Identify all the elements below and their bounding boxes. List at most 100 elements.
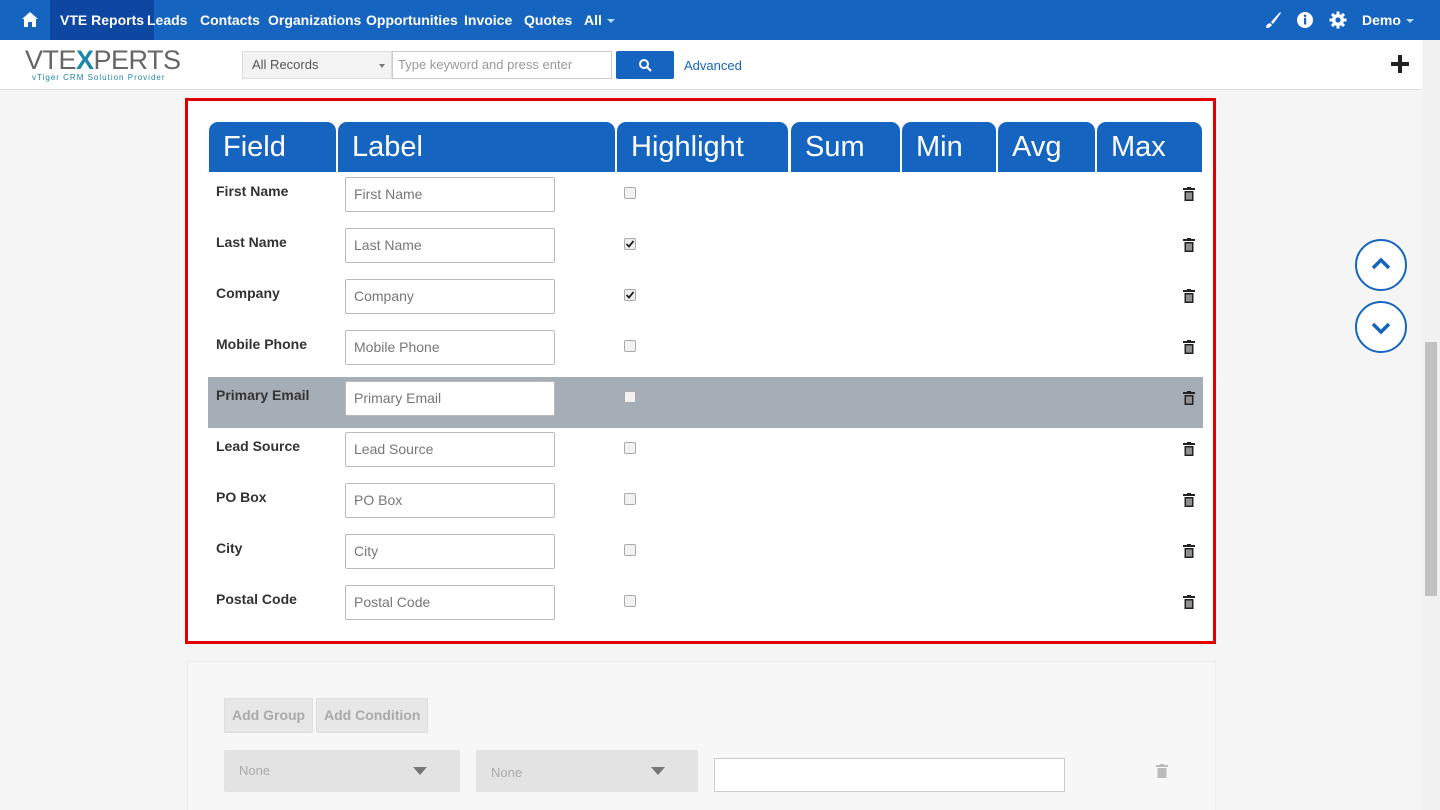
nav-opportunities[interactable]: Opportunities (366, 0, 458, 40)
table-row[interactable]: City City (208, 530, 1203, 581)
highlight-checkbox[interactable] (624, 442, 636, 454)
user-name: Demo (1362, 12, 1401, 28)
highlight-checkbox[interactable] (624, 340, 636, 352)
nav-organizations[interactable]: Organizations (268, 0, 361, 40)
field-name: Primary Email (216, 387, 310, 403)
trash-icon[interactable] (1183, 442, 1195, 456)
highlight-checkbox[interactable] (624, 391, 636, 403)
home-icon[interactable] (20, 10, 40, 30)
nav-leads[interactable]: Leads (147, 0, 187, 40)
dropdown-arrow-icon (651, 767, 665, 775)
trash-icon[interactable] (1183, 187, 1195, 201)
table-row[interactable]: Postal Code Postal Code (208, 581, 1203, 632)
highlight-checkbox[interactable] (624, 544, 636, 556)
plus-icon[interactable] (1389, 53, 1411, 75)
highlight-checkbox[interactable] (624, 238, 636, 250)
dropdown-arrow-icon (413, 767, 427, 775)
page-scrollbar[interactable] (1422, 40, 1440, 810)
trash-icon[interactable] (1183, 340, 1195, 354)
search-icon (639, 59, 652, 72)
chevron-down-icon (1405, 19, 1414, 24)
table-row[interactable]: First Name First Name (208, 173, 1203, 224)
add-group-button[interactable]: Add Group (224, 698, 314, 733)
column-header-max: Max (1097, 122, 1202, 172)
trash-icon[interactable] (1183, 391, 1195, 405)
nav-all[interactable]: All (584, 0, 615, 40)
label-input[interactable]: Mobile Phone (345, 330, 555, 365)
table-row[interactable]: Last Name Last Name (208, 224, 1203, 275)
condition-field-value: None (239, 763, 271, 778)
trash-icon[interactable] (1156, 764, 1168, 778)
logo[interactable]: VTEXPERTS vTiger CRM Solution Provider (25, 47, 185, 87)
label-input[interactable]: Lead Source (345, 432, 555, 467)
field-name: Company (216, 285, 280, 301)
nav-all-label: All (584, 12, 602, 28)
condition-operator-select[interactable]: None (476, 750, 698, 792)
trash-icon[interactable] (1183, 544, 1195, 558)
label-input[interactable]: PO Box (345, 483, 555, 518)
table-row[interactable]: Company Company (208, 275, 1203, 326)
field-name: Last Name (216, 234, 287, 250)
condition-operator-value: None (491, 765, 523, 780)
condition-field-select[interactable]: None (224, 750, 460, 792)
label-input[interactable]: Company (345, 279, 555, 314)
field-name: PO Box (216, 489, 267, 505)
column-header-highlight: Highlight (617, 122, 788, 172)
nav-contacts[interactable]: Contacts (200, 0, 260, 40)
field-name: Lead Source (216, 438, 301, 454)
checkmark-icon (625, 291, 635, 299)
trash-icon[interactable] (1183, 493, 1195, 507)
search-button[interactable] (616, 51, 674, 79)
label-input[interactable]: City (345, 534, 555, 569)
highlight-checkbox[interactable] (624, 289, 636, 301)
field-name: First Name (216, 183, 289, 199)
table-row[interactable]: PO Box PO Box (208, 479, 1203, 530)
user-menu[interactable]: Demo (1362, 0, 1414, 40)
table-row[interactable]: Lead Source Lead Source (208, 428, 1203, 479)
gear-icon[interactable] (1328, 10, 1348, 30)
dropdown-arrow-icon (379, 64, 385, 68)
chevron-down-icon (1371, 322, 1391, 335)
nav-vte-reports[interactable]: VTE Reports (50, 0, 155, 40)
logo-tagline: vTiger CRM Solution Provider (32, 73, 166, 82)
trash-icon[interactable] (1183, 238, 1195, 252)
logo-text-main: VTE (25, 45, 77, 75)
logo-text-x: X (76, 45, 94, 75)
highlight-checkbox[interactable] (624, 187, 636, 199)
scrollbar-thumb[interactable] (1425, 342, 1437, 596)
nav-invoice[interactable]: Invoice (464, 0, 512, 40)
trash-icon[interactable] (1183, 595, 1195, 609)
highlight-checkbox[interactable] (624, 493, 636, 505)
label-input[interactable]: Last Name (345, 228, 555, 263)
search-input[interactable]: Type keyword and press enter (392, 51, 612, 79)
column-header-field: Field (209, 122, 336, 172)
column-header-label: Label (338, 122, 615, 172)
advanced-search-link[interactable]: Advanced (684, 58, 742, 73)
nav-quotes[interactable]: Quotes (524, 0, 572, 40)
table-row[interactable]: Mobile Phone Mobile Phone (208, 326, 1203, 377)
highlight-checkbox[interactable] (624, 595, 636, 607)
chevron-up-icon (1371, 257, 1391, 270)
field-name: Postal Code (216, 591, 297, 607)
column-header-avg: Avg (998, 122, 1095, 172)
field-name: City (216, 540, 243, 556)
scroll-up-button[interactable] (1355, 239, 1407, 291)
records-select[interactable]: All Records (242, 51, 392, 79)
scroll-down-button[interactable] (1355, 301, 1407, 353)
chevron-down-icon (606, 19, 615, 24)
label-input[interactable]: First Name (345, 177, 555, 212)
logo-text-rest: PERTS (93, 45, 182, 75)
table-row[interactable]: Primary Email Primary Email (208, 377, 1203, 428)
add-condition-button[interactable]: Add Condition (316, 698, 429, 733)
label-input[interactable]: Primary Email (345, 381, 555, 416)
field-name: Mobile Phone (216, 336, 307, 352)
condition-value-input[interactable] (714, 758, 1065, 792)
label-input[interactable]: Postal Code (345, 585, 555, 620)
records-select-value: All Records (252, 57, 319, 72)
trash-icon[interactable] (1183, 289, 1195, 303)
column-header-sum: Sum (791, 122, 900, 172)
top-navbar: VTE Reports Leads Contacts Organizations… (0, 0, 1440, 40)
search-header: VTEXPERTS vTiger CRM Solution Provider A… (0, 40, 1422, 90)
info-icon[interactable] (1295, 10, 1315, 30)
brush-icon[interactable] (1263, 10, 1283, 30)
